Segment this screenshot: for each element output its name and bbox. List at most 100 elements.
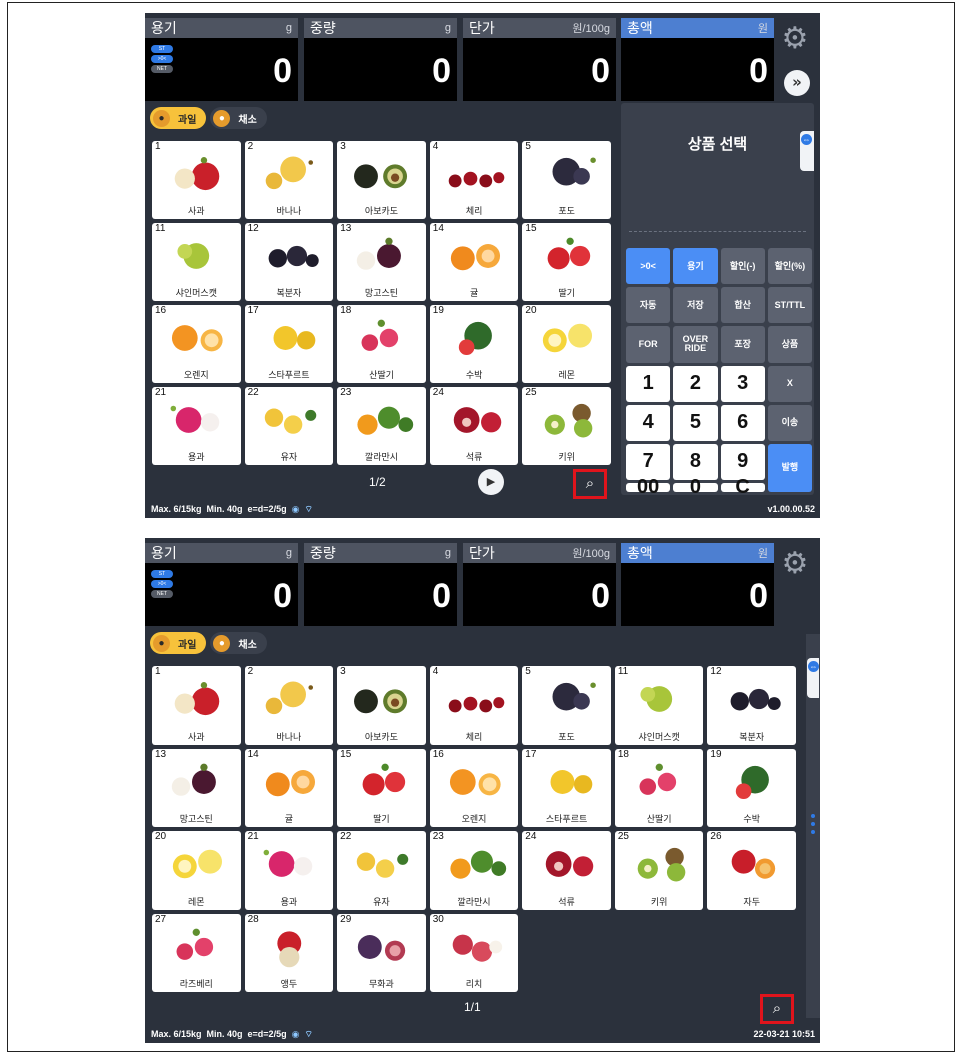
keypad-key[interactable]: 0 bbox=[673, 477, 718, 497]
category-tab[interactable]: ● 채소 bbox=[210, 107, 267, 129]
zero-indicator: >0< bbox=[151, 55, 173, 63]
keypad-key[interactable]: 포장 bbox=[720, 326, 765, 363]
category-tab[interactable]: ● 과일 bbox=[150, 632, 207, 654]
product-tile[interactable]: 20 레몬 bbox=[522, 305, 611, 383]
keypad-key[interactable]: 8 bbox=[673, 443, 718, 480]
keypad-key[interactable]: 상품 bbox=[767, 326, 812, 363]
fruit-icon: ● bbox=[153, 634, 170, 652]
product-tile[interactable]: 4 체리 bbox=[429, 141, 519, 219]
product-tile[interactable]: 13 망고스틴 bbox=[152, 748, 241, 827]
product-tile[interactable]: 11 샤인머스캣 bbox=[152, 223, 241, 301]
wifi-icon: ⌔ bbox=[304, 503, 313, 514]
product-tile[interactable]: 4 체리 bbox=[429, 666, 519, 745]
product-name: 아보카도 bbox=[364, 206, 399, 216]
product-tile[interactable]: 11 샤인머스캣 bbox=[614, 666, 704, 745]
keypad-key[interactable]: 자동 bbox=[626, 287, 671, 324]
product-tile[interactable]: 28 앵두 bbox=[244, 913, 334, 992]
product-tile[interactable]: 12 복분자 bbox=[244, 223, 334, 301]
keypad-key[interactable]: 3 bbox=[720, 365, 765, 402]
product-tile[interactable]: 18 산딸기 bbox=[614, 748, 704, 827]
keypad-key[interactable]: >0< bbox=[626, 248, 671, 285]
search-button[interactable]: ⌕ bbox=[573, 469, 607, 499]
product-tile[interactable]: 19 수박 bbox=[429, 305, 519, 383]
product-name: 딸기 bbox=[558, 288, 575, 298]
category-tab[interactable]: ● 채소 bbox=[210, 632, 267, 654]
network-icon: ◉ bbox=[291, 503, 300, 514]
keypad-key[interactable]: 용기 bbox=[673, 248, 718, 285]
keypad-key[interactable]: 4 bbox=[626, 404, 671, 441]
keypad-key[interactable]: 할인(-) bbox=[720, 248, 765, 285]
product-tile[interactable]: 5 포도 bbox=[522, 666, 611, 745]
keypad-key[interactable]: OVER RIDE bbox=[673, 326, 718, 363]
product-tile[interactable]: 3 아보카도 bbox=[337, 666, 426, 745]
keypad-key[interactable]: 저장 bbox=[673, 287, 718, 324]
side-tab[interactable]: ⇔ bbox=[800, 131, 814, 171]
search-button[interactable]: ⌕ bbox=[760, 994, 794, 1024]
banana-icon bbox=[251, 150, 328, 198]
product-tile[interactable]: 22 유자 bbox=[244, 387, 334, 465]
product-tile[interactable]: 27 라즈베리 bbox=[152, 913, 241, 992]
product-tile[interactable]: 16 오렌지 bbox=[152, 305, 241, 383]
weight-label: 중량 bbox=[310, 545, 336, 561]
raspberry-icon bbox=[158, 923, 235, 971]
keypad-key[interactable]: 00 bbox=[626, 477, 671, 497]
keypad-key[interactable]: 5 bbox=[673, 404, 718, 441]
keypad-key[interactable]: 2 bbox=[673, 365, 718, 402]
keypad-key[interactable]: C bbox=[720, 477, 765, 497]
product-tile[interactable]: 25 키위 bbox=[614, 831, 704, 910]
product-tile[interactable]: 25 키위 bbox=[522, 387, 611, 465]
product-tile[interactable]: 17 스타푸르트 bbox=[522, 748, 611, 827]
product-tile[interactable]: 15 딸기 bbox=[337, 748, 426, 827]
product-tile[interactable]: 1 사과 bbox=[152, 141, 241, 219]
side-tab[interactable]: ⇔ bbox=[807, 658, 819, 698]
product-tile[interactable]: 21 용과 bbox=[244, 831, 334, 910]
product-tile[interactable]: 22 유자 bbox=[337, 831, 426, 910]
product-tile[interactable]: 16 오렌지 bbox=[429, 748, 519, 827]
green-grape-icon bbox=[158, 232, 235, 280]
side-drawer[interactable]: ⇔ bbox=[806, 634, 820, 1018]
product-tile[interactable]: 18 산딸기 bbox=[337, 305, 426, 383]
keypad-key[interactable]: X bbox=[767, 365, 812, 402]
keypad-key[interactable]: 1 bbox=[626, 365, 671, 402]
product-tile[interactable]: 23 깔라만시 bbox=[337, 387, 426, 465]
next-page-button[interactable]: ▶ bbox=[478, 469, 504, 495]
product-tile[interactable]: 15 딸기 bbox=[522, 223, 611, 301]
product-tile[interactable]: 2 바나나 bbox=[244, 141, 334, 219]
product-tile[interactable]: 17 스타푸르트 bbox=[244, 305, 334, 383]
product-tile[interactable]: 29 무화과 bbox=[337, 913, 426, 992]
product-tile[interactable]: 3 아보카도 bbox=[337, 141, 426, 219]
product-tile[interactable]: 14 귤 bbox=[244, 748, 334, 827]
keypad-key[interactable]: 합산 bbox=[720, 287, 765, 324]
product-tile[interactable]: 26 자두 bbox=[707, 831, 796, 910]
product-tile[interactable]: 13 망고스틴 bbox=[337, 223, 426, 301]
keypad-key[interactable]: 이송 bbox=[767, 404, 812, 441]
product-tile[interactable]: 19 수박 bbox=[707, 748, 796, 827]
product-tile[interactable]: 5 포도 bbox=[522, 141, 611, 219]
product-tile[interactable]: 1 사과 bbox=[152, 666, 241, 745]
total-display: 총액 원 0 bbox=[621, 18, 774, 103]
keypad-key[interactable]: 6 bbox=[720, 404, 765, 441]
category-tab[interactable]: ● 과일 bbox=[150, 107, 207, 129]
product-tile[interactable]: 24 석류 bbox=[522, 831, 611, 910]
product-name: 산딸기 bbox=[646, 814, 672, 824]
keypad-key[interactable]: 할인(%) bbox=[767, 248, 812, 285]
page-indicator: 1/2 bbox=[369, 475, 386, 489]
gear-icon[interactable]: ⚙ bbox=[779, 23, 811, 55]
page-indicator: 1/1 bbox=[464, 1000, 481, 1014]
product-tile[interactable]: 2 바나나 bbox=[244, 666, 334, 745]
keypad-key[interactable]: 7 bbox=[626, 443, 671, 480]
product-tile[interactable]: 21 용과 bbox=[152, 387, 241, 465]
division-text: e=d=2/5g bbox=[247, 1029, 287, 1039]
keypad-key[interactable]: FOR bbox=[626, 326, 671, 363]
more-button[interactable]: » bbox=[784, 70, 810, 96]
gear-icon[interactable]: ⚙ bbox=[779, 548, 811, 580]
product-tile[interactable]: 12 복분자 bbox=[707, 666, 796, 745]
product-tile[interactable]: 20 레몬 bbox=[152, 831, 241, 910]
product-tile[interactable]: 23 깔라만시 bbox=[429, 831, 519, 910]
product-tile[interactable]: 14 귤 bbox=[429, 223, 519, 301]
keypad-key[interactable]: ST/TTL bbox=[767, 287, 812, 324]
product-tile[interactable]: 30 리치 bbox=[429, 913, 519, 992]
product-tile[interactable]: 24 석류 bbox=[429, 387, 519, 465]
keypad-key[interactable]: 9 bbox=[720, 443, 765, 480]
keypad-key[interactable]: 발행 bbox=[767, 443, 812, 492]
